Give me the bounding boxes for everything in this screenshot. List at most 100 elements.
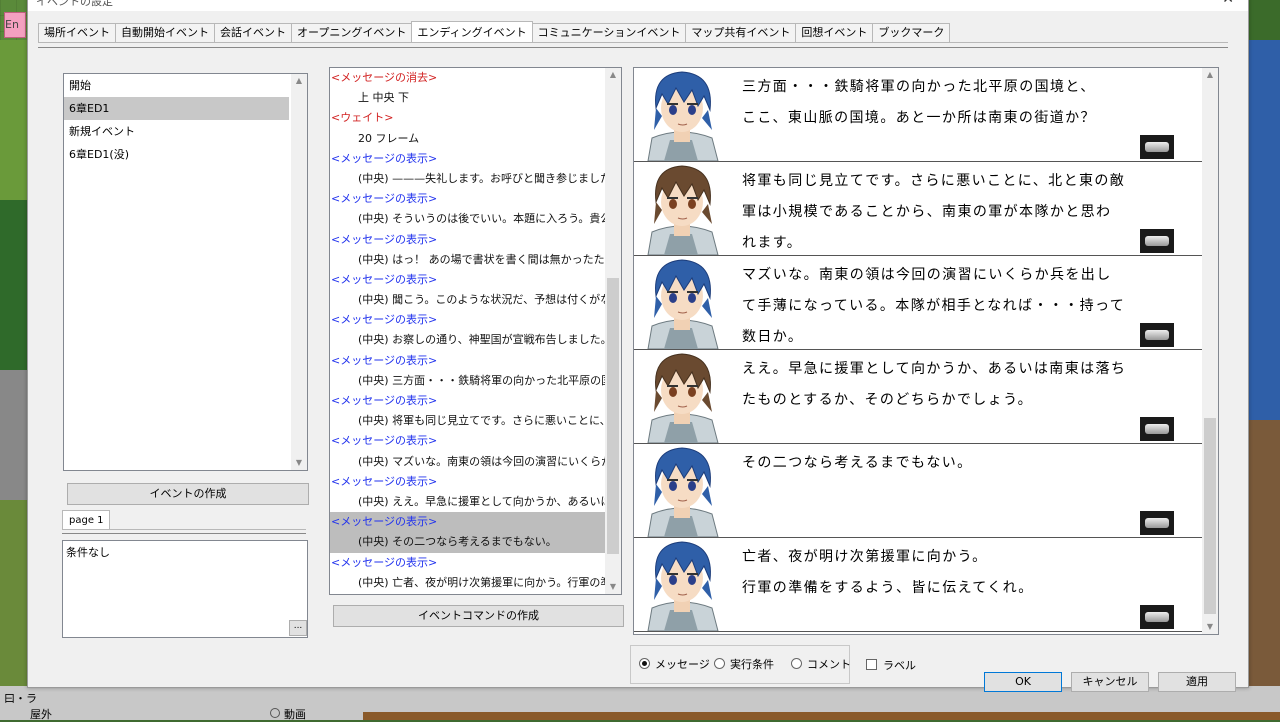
map-left-strip [0,40,27,720]
app-button-fragment[interactable]: En [4,12,26,38]
command-line[interactable]: <メッセージの表示> [330,472,621,492]
message-window: 三方面・・・鉄騎将軍の向かった北平原の国境と、 ここ、東山脈の国境。あと一か所は南… [634,68,1202,162]
label-checkbox[interactable]: ラベル [866,657,916,673]
command-line[interactable]: (中央) 亡者、夜が明け次第援軍に向かう。行軍の準 [330,573,621,593]
condition-edit-button[interactable]: ... [289,620,307,636]
command-line[interactable]: (中央) お察しの通り、神聖国が宣戦布告しました。正 [330,330,621,350]
command-line[interactable]: (中央) ———失礼します。お呼びと聞き参じました。既 [330,169,621,189]
command-line[interactable]: <メッセージの表示> [330,270,621,290]
message-line: その二つなら考えるまでもない。 [742,455,973,471]
scroll-thumb[interactable] [607,278,619,554]
view-mode-condition-label: 実行条件 [730,658,774,671]
message-window: ええ。早急に援軍として向かうか、あるいは南東は落ち たものとするか、そのどちらかで… [634,350,1202,444]
command-line[interactable]: <メッセージの消去> [330,68,621,88]
command-line[interactable]: (中央) 三方面・・・鉄騎将軍の向かった北平原の国境 [330,371,621,391]
message-advance-icon [1140,229,1174,253]
message-line: 亡者、夜が明け次第援軍に向かう。 [742,549,988,565]
tab-4[interactable]: エンディングイベント [411,21,533,42]
command-line[interactable]: (中央) 将軍も同じ見立てです。さらに悪いことに、北と [330,411,621,431]
scroll-down-icon[interactable]: ▼ [605,580,621,594]
command-line[interactable]: <メッセージの表示> [330,553,621,573]
tab-2[interactable]: 会話イベント [214,23,292,42]
message-window: 亡者、夜が明け次第援軍に向かう。行軍の準備をするよう、皆に伝えてくれ。 [634,538,1202,632]
face-portrait-icon [634,350,729,443]
ok-button[interactable]: OK [984,672,1062,692]
command-line[interactable]: <メッセージの表示> [330,310,621,330]
event-list-item[interactable]: 新規イベント [64,120,307,143]
tree-fragment: 曰・ラ [4,692,37,705]
face-portrait-icon [634,68,729,161]
apply-button[interactable]: 適用 [1158,672,1236,692]
command-line[interactable]: (中央) その二つなら考えるまでもない。 [330,532,621,553]
command-line[interactable]: <メッセージの表示> [330,431,621,451]
command-line[interactable]: (中央) そういうのは後でいい。本題に入ろう。貴公は鉄 [330,209,621,229]
page-condition-box[interactable]: 条件なし [62,540,308,638]
face-portrait-icon [634,256,729,349]
window-title: イベントの設定 [36,0,113,8]
command-list-scrollbar[interactable]: ▲ ▼ [605,68,621,594]
command-line[interactable]: (中央) ええ。早急に援軍として向かうか、あるいは南東 [330,492,621,512]
command-line[interactable]: (中央) マズいな。南東の領は今回の演習にいくらか兵 [330,452,621,472]
command-list[interactable]: <メッセージの消去> 上 中央 下 <ウェイト> 20 フレーム <メッセージの表示>(… [329,67,622,595]
event-list-scrollbar[interactable]: ▲ ▼ [291,74,307,470]
map-bottom-strip [363,712,1280,720]
tab-divider [38,42,1228,48]
scroll-down-icon[interactable]: ▼ [1202,620,1218,634]
scroll-up-icon[interactable]: ▲ [291,74,307,88]
command-line[interactable]: <メッセージの表示> [330,391,621,411]
tab-3[interactable]: オープニングイベント [291,23,413,42]
tab-8[interactable]: ブックマーク [872,23,951,42]
command-line[interactable]: <メッセージの表示> [330,149,621,169]
view-mode-message[interactable]: メッセージ [639,656,710,672]
scroll-down-icon[interactable]: ▼ [291,456,307,470]
command-line[interactable]: (中央) はっ！ あの場で書状を書く間は無かったため、 [330,250,621,270]
create-command-button[interactable]: イベントコマンドの作成 [333,605,624,627]
message-window: その二つなら考えるまでもない。 [634,444,1202,538]
option-fragment-label: 動画 [284,708,306,721]
event-list-item[interactable]: 開始 [64,74,307,97]
face-portrait-icon [634,162,729,255]
checkbox-icon [866,659,877,670]
event-list[interactable]: 開始 6章ED1 新規イベント 6章ED1(没) ▲ ▼ [63,73,308,471]
message-text: その二つなら考えるまでもない。 [742,448,1182,479]
scroll-up-icon[interactable]: ▲ [1202,68,1218,82]
command-line[interactable]: <メッセージの表示> [330,189,621,209]
scroll-up-icon[interactable]: ▲ [605,68,621,82]
tab-0[interactable]: 場所イベント [38,23,116,42]
command-line[interactable]: <メッセージの表示> [330,512,621,533]
event-settings-dialog: イベントの設定 — ✕ 場所イベント自動開始イベント会話イベントオープニングイベ… [27,0,1249,692]
command-line[interactable]: 20 フレーム [330,129,621,149]
command-line[interactable]: <メッセージの表示> [330,351,621,371]
title-bar: イベントの設定 — ✕ [28,0,1248,11]
message-line: 将軍も同じ見立てです。さらに悪いことに、北と東の敵 [742,173,1126,189]
view-mode-condition[interactable]: 実行条件 [714,656,774,672]
tab-1[interactable]: 自動開始イベント [115,23,215,42]
map-right-strip [1248,0,1280,720]
preview-scrollbar[interactable]: ▲ ▼ [1202,68,1218,634]
event-list-item[interactable]: 6章ED1 [64,97,289,120]
message-line: ええ。早急に援軍として向かうか、あるいは南東は落ち [742,361,1127,377]
command-line[interactable]: <ウェイト> [330,108,621,128]
tab-page-1[interactable]: page 1 [62,510,110,530]
message-line: れます。 [742,235,803,251]
command-line[interactable]: (中央) 聞こう。このような状況だ、予想は付くがな。 [330,290,621,310]
message-line: 行軍の準備をするよう、皆に伝えてくれ。 [742,580,1034,596]
message-text: 三方面・・・鉄騎将軍の向かった北平原の国境と、 ここ、東山脈の国境。あと一か所は南… [742,72,1182,134]
cancel-button[interactable]: キャンセル [1071,672,1149,692]
minimize-icon[interactable]: — [1177,0,1190,4]
command-line[interactable]: 上 中央 下 [330,88,621,108]
face-portrait-icon [634,444,729,537]
tab-6[interactable]: マップ共有イベント [685,23,797,42]
face-portrait-icon [634,538,729,631]
event-list-item[interactable]: 6章ED1(没) [64,143,307,166]
scroll-thumb[interactable] [1204,418,1216,614]
message-advance-icon [1140,323,1174,347]
create-event-button[interactable]: イベントの作成 [67,483,309,505]
message-line: 数日か。 [742,329,804,345]
view-mode-comment[interactable]: コメント [791,656,851,672]
message-advance-icon [1140,511,1174,535]
close-icon[interactable]: ✕ [1222,0,1234,7]
tab-5[interactable]: コミュニケーションイベント [531,23,687,42]
command-line[interactable]: <メッセージの表示> [330,230,621,250]
tab-7[interactable]: 回想イベント [795,23,874,42]
